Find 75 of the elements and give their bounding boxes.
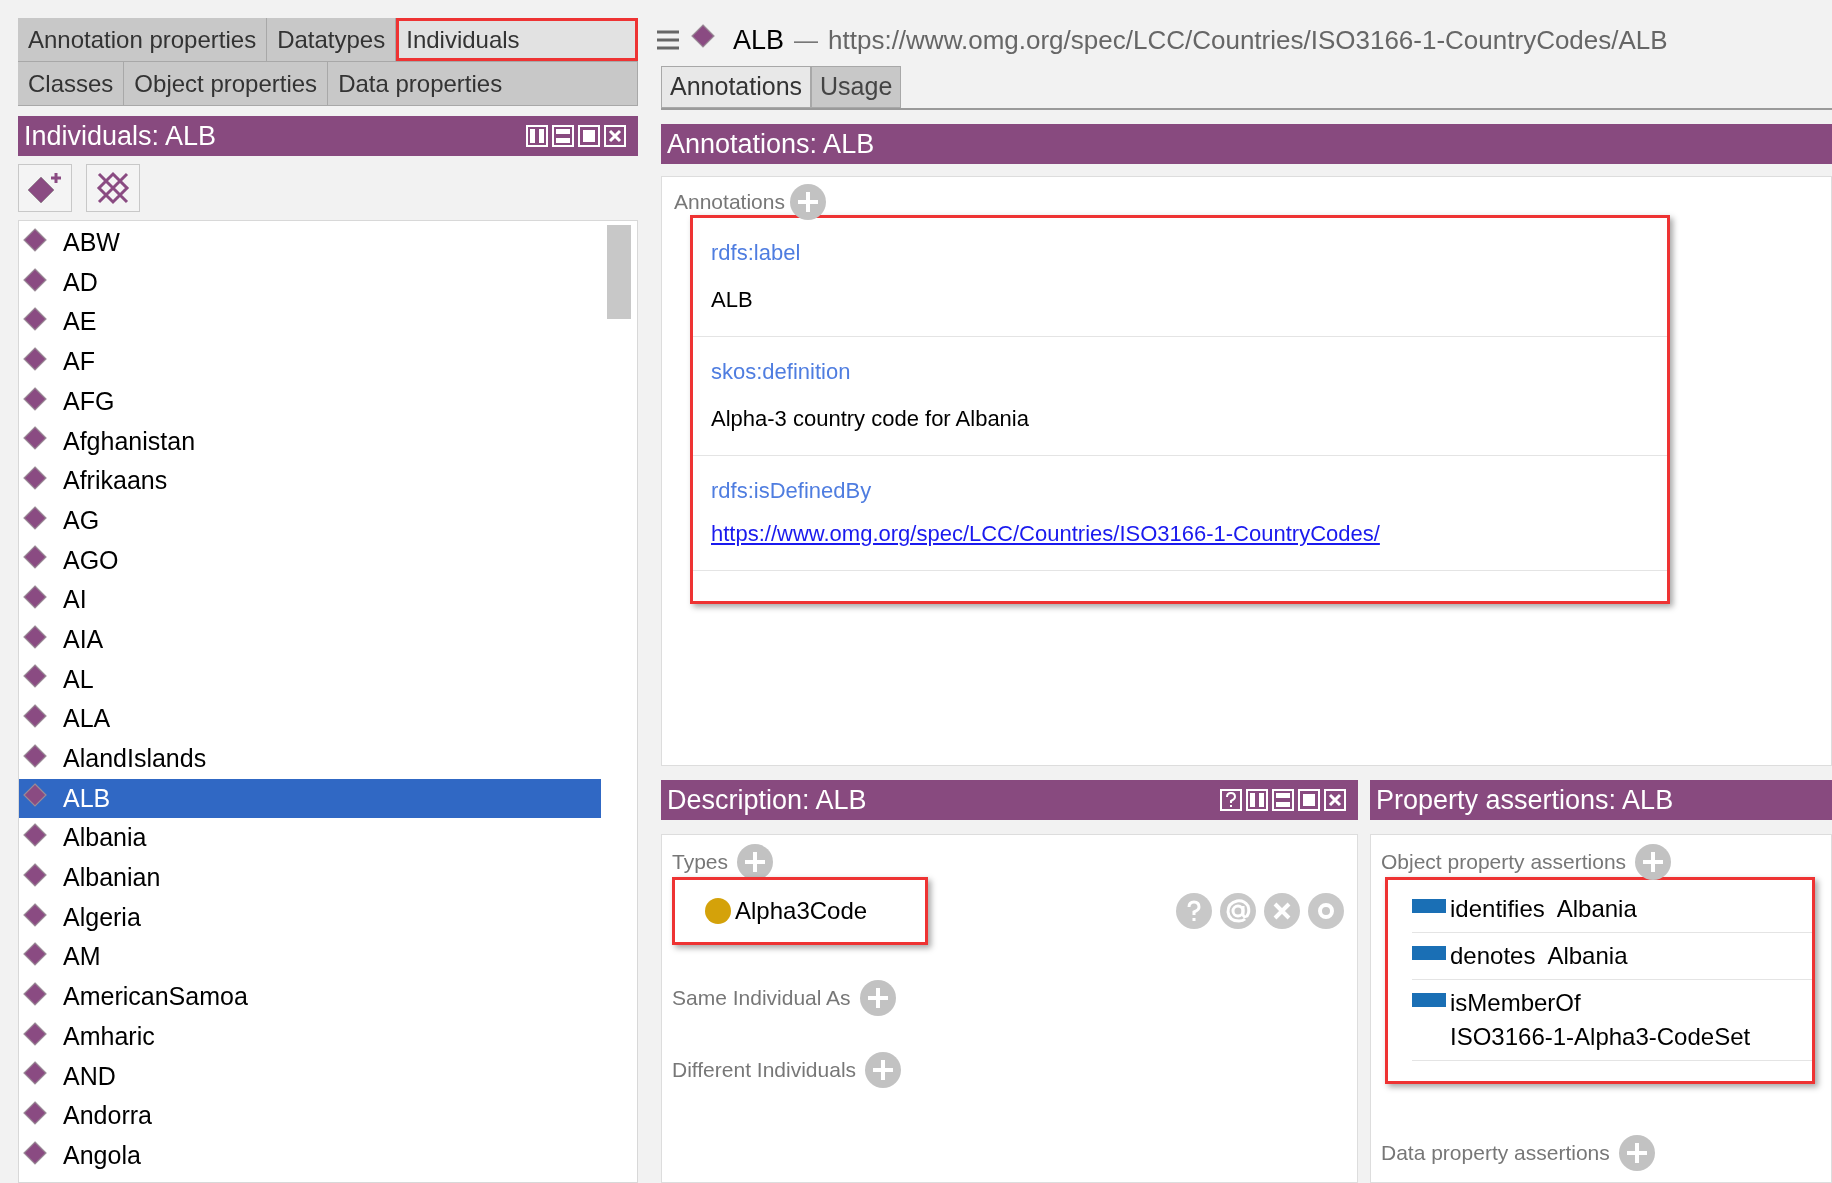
delete-individual-button[interactable]: [86, 164, 140, 212]
individual-item[interactable]: AlandIslands: [19, 738, 601, 779]
individual-item[interactable]: Andorra: [19, 1096, 601, 1136]
object-property-icon: [1412, 993, 1446, 1007]
entity-tab[interactable]: Object properties: [124, 62, 329, 105]
individual-item[interactable]: AG: [19, 500, 601, 541]
split-vertical-icon[interactable]: [526, 125, 548, 147]
annotation-link[interactable]: https://www.omg.org/spec/LCC/Countries/ISO3166-1-CountryCodes/: [711, 517, 1667, 550]
individual-item[interactable]: Albanian: [19, 858, 601, 898]
individual-item[interactable]: Algeria: [19, 897, 601, 938]
section-label: Annotations: [674, 189, 785, 216]
entity-iri: https://www.omg.org/spec/LCC/Countries/ISO3166-1-CountryCodes/ALB: [828, 23, 1668, 57]
detail-tab[interactable]: Usage: [811, 66, 902, 108]
annotation-property[interactable]: rdfs:label: [711, 236, 1667, 269]
menu-icon[interactable]: [655, 28, 681, 52]
assertion-property[interactable]: denotes Albania: [1450, 939, 1780, 973]
annotation-property[interactable]: rdfs:isDefinedBy: [711, 474, 1667, 507]
individual-item[interactable]: Afrikaans: [19, 461, 601, 501]
individual-item[interactable]: ALA: [19, 699, 601, 739]
type-label[interactable]: Alpha3Code: [735, 893, 868, 929]
split-horizontal-icon[interactable]: [552, 125, 574, 147]
split-vertical-icon[interactable]: [1246, 789, 1268, 811]
section-label: Object property assertions: [1381, 849, 1627, 876]
entity-tab[interactable]: Data properties: [328, 62, 638, 105]
entity-name: ALB: [733, 23, 785, 57]
scrollbar-thumb[interactable]: [607, 225, 631, 319]
diamond-plus-icon: [27, 171, 63, 205]
individual-item[interactable]: AIA: [19, 619, 601, 660]
individual-item[interactable]: ALB: [19, 778, 601, 819]
annotation-value: Alpha-3 country code for Albania: [711, 405, 1030, 433]
add-button[interactable]: [1634, 843, 1673, 881]
individual-item[interactable]: AI: [19, 580, 601, 620]
entity-tab[interactable]: Datatypes: [267, 18, 397, 61]
detail-tab[interactable]: Annotations: [661, 66, 812, 108]
object-property-icon: [1412, 946, 1446, 960]
individual-item[interactable]: ABW: [19, 223, 601, 263]
individual-item[interactable]: Amharic: [19, 1016, 601, 1057]
individual-item[interactable]: Albania: [19, 818, 601, 858]
individual-item[interactable]: Afghanistan: [19, 421, 601, 462]
individual-item[interactable]: AF: [19, 342, 601, 382]
individual-item[interactable]: AD: [19, 262, 601, 303]
maximize-icon[interactable]: [1298, 789, 1320, 811]
assertion-property[interactable]: identifies Albania: [1450, 892, 1780, 926]
individual-item[interactable]: AND: [19, 1056, 601, 1097]
separator: —: [794, 25, 819, 55]
view-title: Description: ALB: [667, 783, 867, 817]
close-icon[interactable]: [604, 125, 626, 147]
individual-item[interactable]: AL: [19, 659, 601, 700]
object-property-icon: [1412, 899, 1446, 913]
individual-item[interactable]: AE: [19, 302, 601, 343]
entity-tab[interactable]: Annotation properties: [18, 18, 268, 61]
view-title: Property assertions: ALB: [1376, 783, 1674, 817]
maximize-icon[interactable]: [578, 125, 600, 147]
assertion-property[interactable]: isMemberOf ISO3166-1-Alpha3-CodeSet: [1450, 986, 1780, 1054]
view-title: Individuals: ALB: [24, 119, 217, 153]
individual-item[interactable]: Angola: [19, 1135, 601, 1176]
individual-item[interactable]: AmericanSamoa: [19, 977, 601, 1017]
section-label: Different Individuals: [672, 1057, 857, 1084]
entity-tab[interactable]: Individuals: [396, 18, 638, 61]
section-label: Same Individual As: [672, 985, 851, 1012]
section-label: Data property assertions: [1381, 1140, 1610, 1167]
add-individual-button[interactable]: [18, 164, 72, 212]
entity-tab[interactable]: Classes: [18, 62, 125, 105]
help-icon[interactable]: [1220, 789, 1242, 811]
individual-item[interactable]: AFG: [19, 381, 601, 422]
individual-item[interactable]: AM: [19, 937, 601, 978]
crossed-diamond-icon: [96, 171, 130, 205]
split-horizontal-icon[interactable]: [1272, 789, 1294, 811]
view-title: Annotations: ALB: [667, 127, 875, 161]
section-label: Types: [672, 849, 729, 876]
annotation-property[interactable]: skos:definition: [711, 355, 1667, 388]
annotation-value: ALB: [711, 286, 754, 314]
add-button[interactable]: [788, 183, 827, 221]
close-icon[interactable]: [1324, 789, 1346, 811]
individual-item[interactable]: AGO: [19, 540, 601, 581]
